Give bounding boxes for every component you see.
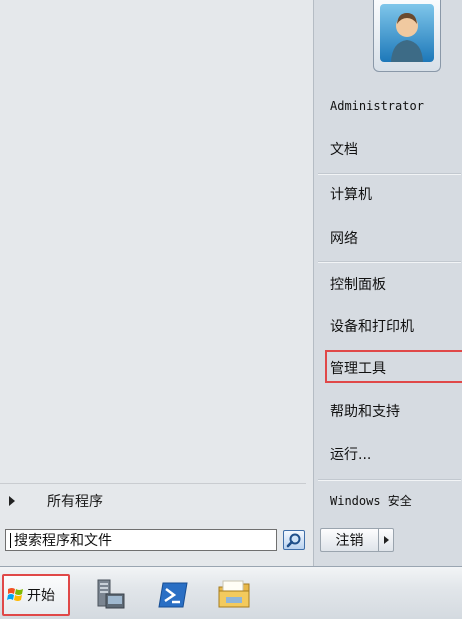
- menu-item-label: 设备和打印机: [330, 319, 414, 335]
- menu-item-computer[interactable]: 计算机: [314, 176, 462, 212]
- menu-separator: [318, 479, 461, 481]
- search-box[interactable]: [5, 529, 277, 551]
- menu-item-administrator[interactable]: Administrator: [314, 88, 462, 124]
- text-cursor: [10, 532, 11, 548]
- start-label: 开始: [27, 588, 55, 604]
- menu-separator: [318, 173, 461, 175]
- menu-item-label: 计算机: [330, 187, 372, 203]
- menu-item-windows-security[interactable]: Windows 安全: [314, 482, 462, 518]
- search-icon: [286, 533, 301, 548]
- all-programs-label: 所有程序: [47, 494, 103, 510]
- search-button[interactable]: [283, 530, 305, 550]
- logout-row: 注销: [314, 527, 462, 557]
- menu-item-label: 文档: [330, 142, 358, 158]
- menu-item-run[interactable]: 运行...: [314, 436, 462, 472]
- menu-item-help-support[interactable]: 帮助和支持: [314, 393, 462, 429]
- start-button[interactable]: 开始: [2, 574, 70, 616]
- file-explorer-icon[interactable]: [216, 577, 252, 613]
- taskbar: 开始: [0, 566, 462, 619]
- logout-button[interactable]: 注销: [320, 528, 378, 552]
- menu-item-network[interactable]: 网络: [314, 220, 462, 256]
- expand-arrow-icon: [9, 496, 15, 506]
- all-programs-item[interactable]: 所有程序: [0, 483, 306, 518]
- windows-logo-icon: [7, 588, 23, 601]
- search-input[interactable]: [14, 532, 254, 548]
- menu-item-label: 控制面板: [330, 277, 386, 293]
- shutdown-options-button[interactable]: [378, 528, 394, 552]
- powershell-icon[interactable]: [155, 577, 191, 613]
- user-avatar[interactable]: [373, 0, 441, 72]
- menu-item-label: Windows 安全: [330, 493, 412, 508]
- admin-tools-highlight: [325, 350, 462, 383]
- programs-pane: 所有程序: [0, 0, 313, 566]
- menu-item-devices-printers[interactable]: 设备和打印机: [314, 308, 462, 344]
- menu-item-label: Administrator: [330, 99, 424, 113]
- menu-separator: [318, 261, 461, 263]
- places-pane: Administrator 文档 计算机 网络 控制面板 设备和打印机 管理工具…: [313, 0, 462, 566]
- user-icon: [391, 13, 423, 62]
- menu-item-label: 网络: [330, 231, 358, 247]
- server-manager-icon[interactable]: [92, 577, 128, 613]
- menu-item-label: 帮助和支持: [330, 404, 400, 420]
- menu-item-label: 运行...: [330, 447, 372, 463]
- menu-item-documents[interactable]: 文档: [314, 131, 462, 167]
- menu-item-control-panel[interactable]: 控制面板: [314, 266, 462, 302]
- logout-label: 注销: [335, 533, 364, 549]
- user-picture: [380, 4, 434, 62]
- search-row: [0, 527, 313, 559]
